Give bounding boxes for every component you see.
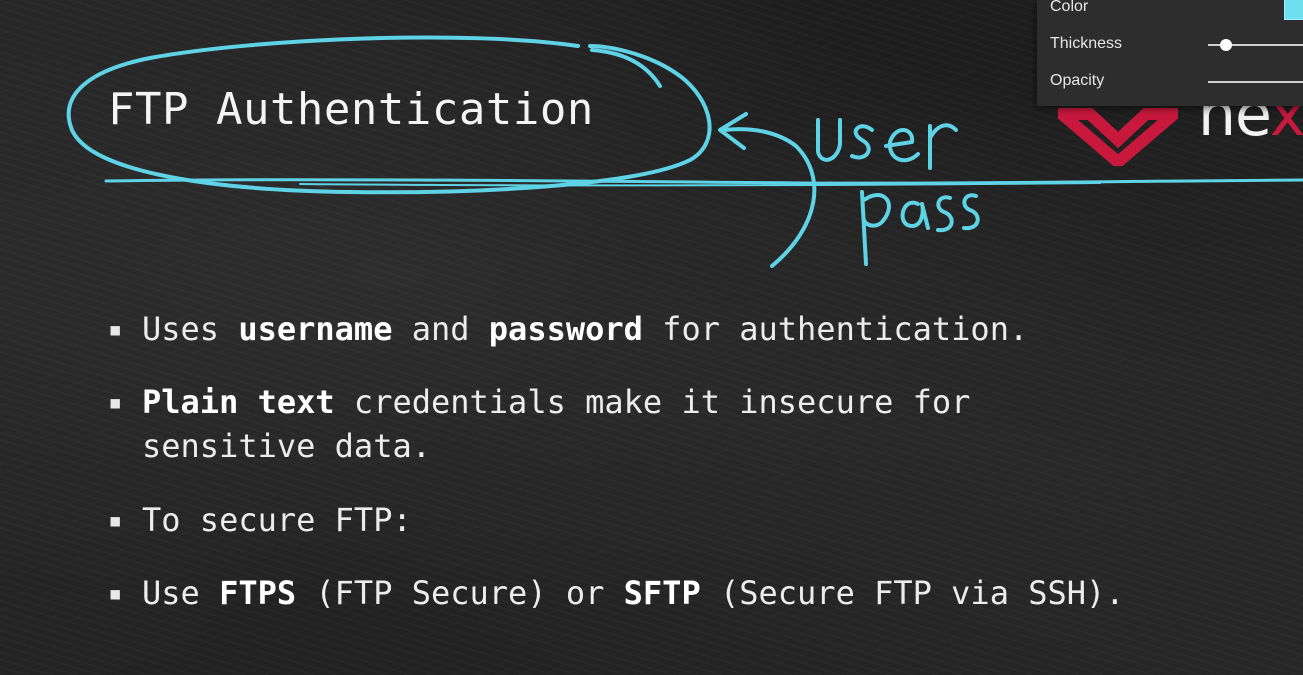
bullet-text-part: credentials make it insecure for bbox=[334, 383, 971, 421]
thickness-slider[interactable] bbox=[1208, 39, 1303, 51]
bullet-text: Plain text credentials make it insecure … bbox=[142, 380, 970, 424]
bullet-text-part: and bbox=[392, 310, 489, 348]
pen-thickness-row: Thickness bbox=[1050, 33, 1303, 57]
bullet-text-part: (Secure FTP via SSH). bbox=[700, 574, 1125, 612]
slide-title: FTP Authentication bbox=[108, 84, 594, 135]
bullet-text-bold: Plain text bbox=[142, 383, 335, 421]
handwriting-user bbox=[816, 118, 958, 170]
bullet-marker: ▪ bbox=[108, 506, 123, 534]
color-swatch[interactable] bbox=[1284, 0, 1303, 20]
thickness-slider-thumb[interactable] bbox=[1220, 39, 1232, 51]
bullet-text-part: To secure FTP: bbox=[142, 501, 412, 539]
arrow-head-icon bbox=[718, 112, 748, 150]
bullet-marker: ▪ bbox=[108, 388, 123, 416]
ink-underline bbox=[104, 178, 1303, 185]
opacity-slider[interactable] bbox=[1208, 81, 1303, 83]
bullet-text-bold: username bbox=[238, 310, 393, 348]
opacity-label: Opacity bbox=[1050, 72, 1105, 89]
ink-underline-second bbox=[299, 182, 1101, 187]
bullet-text: Uses username and password for authentic… bbox=[142, 307, 1028, 351]
bullet-continuation-text: sensitive data. bbox=[142, 427, 431, 465]
ink-ellipse-tail bbox=[590, 48, 662, 88]
pen-opacity-row: Opacity bbox=[1050, 70, 1303, 94]
bullet-marker: ▪ bbox=[108, 579, 123, 607]
bullet-text-part: (FTP Secure) or bbox=[296, 574, 624, 612]
bullet-text-bold: SFTP bbox=[623, 574, 701, 612]
chalkboard-slide: FTP Authentication ▪ Uses username and p… bbox=[0, 0, 1303, 675]
bullet-text: To secure FTP: bbox=[142, 498, 412, 542]
handwriting-pass bbox=[860, 190, 980, 266]
arrow-icon bbox=[722, 127, 817, 268]
bullet-text-bold: FTPS bbox=[219, 574, 297, 612]
thickness-label: Thickness bbox=[1050, 35, 1123, 52]
color-label: Color bbox=[1050, 0, 1089, 15]
bullet-text: Use FTPS (FTP Secure) or SFTP (Secure FT… bbox=[142, 571, 1125, 615]
bullet-marker: ▪ bbox=[108, 315, 123, 343]
bullet-text-part: Use bbox=[142, 574, 220, 612]
bullet-text-bold: password bbox=[488, 310, 643, 348]
pen-color-row: Color bbox=[1050, 0, 1303, 20]
bullet-text-part: for authentication. bbox=[642, 310, 1029, 348]
brand-logo-icon bbox=[1045, 96, 1191, 171]
bullet-text-part: Uses bbox=[142, 310, 239, 348]
pen-settings-panel: Color Thickness Opacity bbox=[1037, 0, 1303, 106]
